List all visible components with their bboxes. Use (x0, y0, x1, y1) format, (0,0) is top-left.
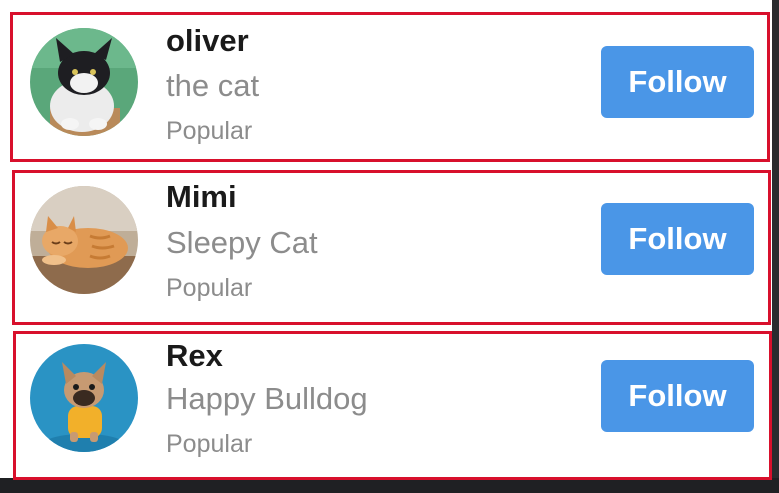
bottom-bar (0, 478, 779, 493)
profile-card-rex: Rex Happy Bulldog Popular Follow (13, 331, 772, 480)
profile-tag: Popular (166, 430, 253, 458)
sleeping-cat-avatar-icon[interactable] (30, 186, 138, 294)
profile-subtitle: Happy Bulldog (166, 381, 368, 416)
bulldog-avatar-image (30, 344, 138, 452)
profile-name: oliver (166, 23, 249, 58)
follow-button[interactable]: Follow (601, 203, 754, 275)
cat-avatar-image (30, 28, 138, 136)
profile-card-oliver: oliver the cat Popular Follow (10, 12, 770, 162)
profile-card-mimi: Mimi Sleepy Cat Popular Follow (12, 170, 771, 325)
follow-button[interactable]: Follow (601, 360, 754, 432)
profile-name: Mimi (166, 179, 237, 214)
follow-button[interactable]: Follow (601, 46, 754, 118)
profile-subtitle: Sleepy Cat (166, 225, 318, 260)
window-edge (772, 0, 779, 478)
cat-avatar-icon[interactable] (30, 28, 138, 136)
profile-tag: Popular (166, 117, 253, 145)
profile-tag: Popular (166, 274, 253, 302)
profile-subtitle: the cat (166, 68, 260, 103)
profile-name: Rex (166, 338, 223, 373)
sleeping-cat-avatar-image (30, 186, 138, 294)
bulldog-avatar-icon[interactable] (30, 344, 138, 452)
